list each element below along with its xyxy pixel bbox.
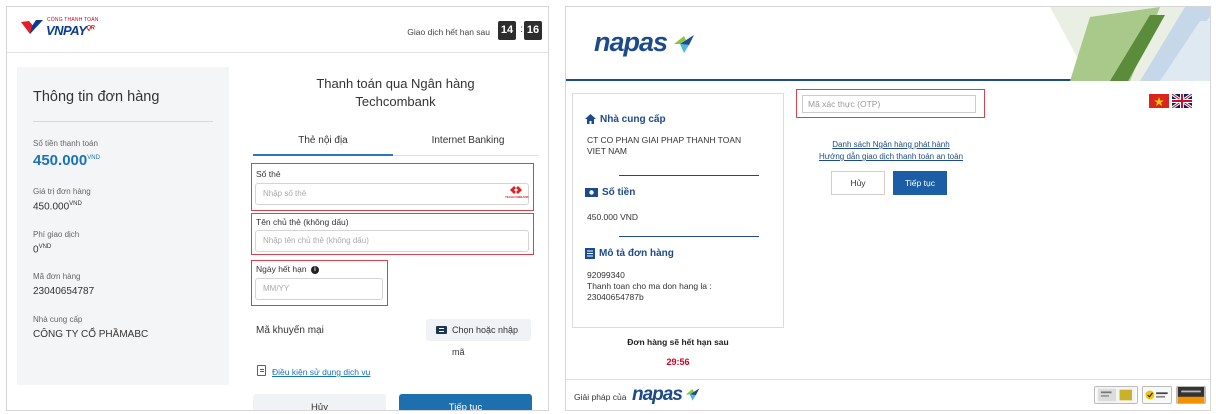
card-number-label: Số thẻ bbox=[256, 169, 281, 179]
vnpay-logo-icon bbox=[21, 20, 43, 34]
desc-text: 92099340 Thanh toan cho ma don hang la :… bbox=[587, 270, 712, 303]
amount-title: Số tiền bbox=[585, 187, 635, 198]
tab-active-indicator bbox=[253, 154, 393, 156]
promo-button-label: Chọn hoặc nhập mã bbox=[452, 325, 519, 357]
holder-input[interactable]: Nhập tên chủ thẻ (không dấu) bbox=[255, 230, 529, 252]
vnpay-logo: CỔNG THANH TOÁN VNPAYQR bbox=[21, 17, 101, 43]
amount-value: 450.000VND bbox=[33, 152, 100, 169]
norton-badge-icon bbox=[1142, 386, 1172, 404]
fee-label: Phí giao dịch bbox=[33, 230, 80, 239]
provider-title: Nhà cung cấp bbox=[585, 114, 666, 125]
vnpay-logo-qr: QR bbox=[86, 25, 95, 32]
card-number-input[interactable]: Nhập số thẻ bbox=[255, 183, 529, 205]
napas-continue-button[interactable]: Tiếp tục bbox=[893, 171, 947, 195]
napas-cancel-button[interactable]: Hủy bbox=[831, 171, 885, 195]
footer-napas-logo: napas bbox=[632, 384, 701, 406]
document-icon bbox=[257, 365, 266, 376]
desc-line2: Thanh toan cho ma don hang la : bbox=[587, 281, 712, 291]
order-info-title: Thông tin đơn hàng bbox=[33, 89, 160, 105]
otp-input[interactable]: Mã xác thực (OTP) bbox=[802, 95, 976, 113]
desc-title-text: Mô tả đơn hàng bbox=[599, 248, 674, 260]
order-info-divider bbox=[33, 121, 213, 122]
order-value-currency: VND bbox=[69, 201, 82, 207]
screenshot-root: CỔNG THANH TOÁN VNPAYQR Giao dịch hết hạ… bbox=[0, 0, 1216, 414]
vnpay-logo-text: VNPAYQR bbox=[46, 23, 95, 38]
vnpay-panel: CỔNG THANH TOÁN VNPAYQR Giao dịch hết hạ… bbox=[6, 6, 549, 411]
secure-badge-icon bbox=[1176, 386, 1206, 404]
order-value-label: Giá trị đơn hàng bbox=[33, 187, 91, 196]
fee-currency: VND bbox=[38, 244, 52, 250]
order-info-sidebar: Thông tin đơn hàng Số tiền thanh toán 45… bbox=[17, 67, 229, 385]
provider-value: CÔNG TY CỔ PHẦMABC bbox=[33, 329, 149, 340]
napas-header: napas bbox=[566, 7, 1210, 81]
promo-select-button[interactable]: Chọn hoặc nhập mã bbox=[426, 319, 531, 357]
tab-domestic-card[interactable]: Thẻ nội địa bbox=[253, 135, 393, 146]
info-icon[interactable]: i bbox=[310, 265, 319, 274]
techcombank-logo-icon bbox=[510, 186, 522, 194]
order-value: 450.000VND bbox=[33, 201, 82, 212]
tab-internet-banking[interactable]: Internet Banking bbox=[398, 135, 538, 146]
header-decoration bbox=[1050, 7, 1210, 81]
holder-label: Tên chủ thẻ (không dấu) bbox=[256, 217, 349, 227]
provider-title-text: Nhà cung cấp bbox=[600, 114, 666, 125]
napas-logo: napas bbox=[594, 27, 696, 58]
amount-currency: VND bbox=[87, 155, 100, 161]
amount-number: 450.000 bbox=[33, 152, 88, 169]
payment-heading-line1: Thanh toán qua Ngân hàng bbox=[316, 76, 475, 91]
vietnam-flag-icon[interactable] bbox=[1149, 94, 1169, 108]
vnpay-logo-main: VNPAY bbox=[46, 23, 87, 38]
uk-flag-icon[interactable] bbox=[1172, 94, 1192, 108]
techcombank-logo-text: TECHCOMBANK bbox=[505, 195, 529, 199]
timer-separator: : bbox=[520, 24, 523, 35]
payment-heading: Thanh toán qua Ngân hàng Techcombank bbox=[253, 75, 538, 111]
vnpay-header: CỔNG THANH TOÁN VNPAYQR Giao dịch hết hạ… bbox=[7, 7, 548, 53]
info-divider-1 bbox=[619, 175, 759, 176]
napas-panel: napas Nhà cung cấp CT CO PHAN GIAI PHAP … bbox=[565, 6, 1211, 411]
expiry-input[interactable]: MM/YY bbox=[255, 278, 383, 300]
safe-guide-link[interactable]: Hướng dẫn giao dịch thanh toán an toàn bbox=[796, 152, 986, 161]
footer-napas-logo-icon bbox=[685, 388, 700, 402]
list-icon bbox=[585, 248, 595, 259]
napas-logo-text: napas bbox=[594, 27, 668, 57]
expiry-label-text: Ngày hết hạn bbox=[256, 264, 307, 274]
desc-title: Mô tả đơn hàng bbox=[585, 248, 674, 259]
desc-line1: 92099340 bbox=[587, 270, 625, 280]
napas-amount-value: 450.000 VND bbox=[587, 212, 639, 222]
home-icon bbox=[585, 114, 596, 125]
timer-label: Giao dịch hết hạn sau bbox=[407, 27, 490, 37]
order-id-label: Mã đơn hàng bbox=[33, 272, 81, 281]
timer-minutes: 14 bbox=[498, 21, 516, 40]
money-icon bbox=[585, 187, 598, 197]
amount-label: Số tiền thanh toán bbox=[33, 139, 98, 148]
payment-heading-bank: Techcombank bbox=[355, 94, 436, 109]
provider-name: CT CO PHAN GIAI PHAP THANH TOAN VIET NAM bbox=[587, 135, 741, 157]
issuing-banks-link[interactable]: Danh sách Ngân hàng phát hành bbox=[796, 140, 986, 149]
techcombank-logo: TECHCOMBANK bbox=[505, 186, 529, 200]
napas-logo-icon bbox=[673, 34, 694, 53]
provider-name-line1: CT CO PHAN GIAI PHAP THANH TOAN bbox=[587, 135, 742, 145]
terms-link[interactable]: Điều kiện sử dụng dịch vụ bbox=[272, 367, 370, 377]
footer-napas-logo-text: napas bbox=[632, 384, 683, 405]
order-id: 23040654787 bbox=[33, 286, 95, 297]
continue-button[interactable]: Tiếp tục bbox=[399, 394, 532, 410]
promo-label: Mã khuyến mại bbox=[256, 325, 324, 336]
desc-line3: 23040654787b bbox=[587, 292, 644, 302]
expire-label: Đơn hàng sẽ hết hạn sau bbox=[627, 337, 729, 347]
footer-solution-label: Giải pháp của bbox=[574, 392, 627, 402]
timer-seconds: 16 bbox=[524, 21, 542, 40]
amount-title-text: Số tiền bbox=[602, 187, 636, 198]
info-divider-2 bbox=[619, 236, 759, 237]
merchant-info-box: Nhà cung cấp CT CO PHAN GIAI PHAP THANH … bbox=[572, 93, 784, 328]
expire-timer: 29:56 bbox=[666, 357, 690, 367]
ssl-badge-icon bbox=[1094, 386, 1138, 404]
order-value-number: 450.000 bbox=[33, 201, 70, 213]
ticket-icon bbox=[436, 326, 447, 334]
provider-label: Nhà cung cấp bbox=[33, 315, 83, 324]
provider-name-line2: VIET NAM bbox=[587, 146, 627, 156]
expiry-label: Ngày hết hạn i bbox=[256, 264, 319, 274]
fee-value: 0VND bbox=[33, 244, 51, 255]
cancel-button[interactable]: Hủy bbox=[253, 394, 386, 410]
